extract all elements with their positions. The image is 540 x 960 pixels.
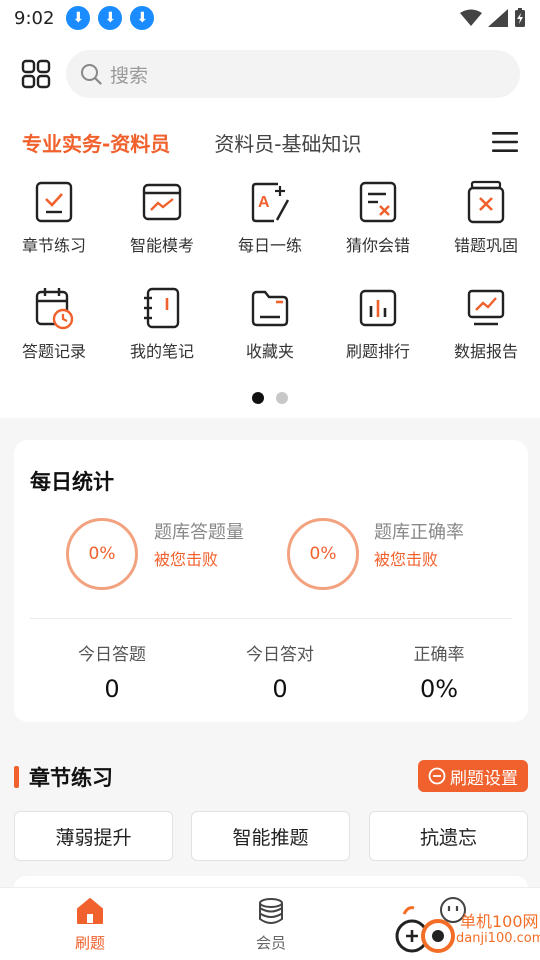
- monitor-chart-icon: [467, 289, 505, 326]
- tab-subject-2[interactable]: 资料员-基础知识: [214, 128, 361, 157]
- practice-settings-button[interactable]: 刷题设置: [418, 760, 528, 792]
- progress-ring: 0%: [66, 518, 138, 590]
- status-bar: 9:02 ⬇ ⬇ ⬇: [0, 0, 540, 36]
- watermark: 单机100网 danji100.com: [392, 904, 540, 954]
- ring-label: 题库答题量: [154, 522, 244, 543]
- chart-window-icon: [142, 183, 182, 221]
- watermark-sub: danji100.com: [456, 930, 540, 946]
- page-dot-active[interactable]: [252, 392, 264, 404]
- weak-improve-button[interactable]: 薄弱提升: [14, 811, 173, 861]
- coins-icon: [259, 898, 283, 924]
- status-time: 9:02: [14, 7, 55, 29]
- feature-label: 刷题排行: [345, 342, 410, 361]
- nav-label: 会员: [255, 934, 286, 952]
- stat-value: 0: [104, 675, 120, 703]
- stat-title: 正确率: [413, 645, 465, 665]
- feature-daily-practice[interactable]: A 每日一练: [216, 172, 324, 256]
- ring-label: 题库正确率: [374, 522, 464, 543]
- feature-label: 错题巩固: [453, 236, 518, 255]
- section-accent-bar: [14, 766, 19, 788]
- feature-label: 猜你会错: [345, 236, 410, 255]
- feature-label: 收藏夹: [245, 342, 294, 361]
- feature-favorites[interactable]: 收藏夹: [216, 278, 324, 362]
- daily-pencil-icon: A: [251, 182, 290, 223]
- feature-data-report[interactable]: 数据报告: [432, 278, 540, 362]
- stat-title: 今日答对: [246, 645, 314, 665]
- wifi-icon: [460, 9, 482, 26]
- feature-grid: 章节练习 智能模考 A 每日一练 猜你会错 错题巩固 答题记录 我的笔记 收藏夹…: [0, 172, 540, 418]
- tab-subject-1[interactable]: 专业实务-资料员: [22, 128, 170, 157]
- nav-practice[interactable]: 刷题: [30, 896, 150, 953]
- search-icon: [81, 64, 102, 85]
- chapter-check-icon: [35, 181, 73, 223]
- page-dot[interactable]: [276, 392, 288, 404]
- stat-title: 今日答题: [78, 645, 146, 665]
- stat-today-answered: 今日答题 0: [32, 640, 192, 703]
- feature-my-notes[interactable]: 我的笔记: [108, 278, 216, 362]
- feature-label: 章节练习: [21, 236, 86, 255]
- feature-label: 智能模考: [129, 236, 194, 255]
- smart-recommend-button[interactable]: 智能推题: [191, 811, 350, 861]
- bar-chart-icon: [359, 289, 397, 327]
- watermark-logo-icon: [395, 906, 455, 953]
- stat-value: 0: [272, 675, 288, 703]
- folder-icon: [251, 290, 289, 327]
- nav-member[interactable]: 会员: [211, 896, 331, 953]
- signal-icon: [488, 9, 508, 27]
- doc-x-icon: [359, 181, 397, 223]
- search-input[interactable]: 搜索: [66, 50, 520, 98]
- nav-label: 刷题: [74, 934, 105, 952]
- feature-chapter-practice[interactable]: 章节练习: [0, 172, 108, 256]
- feature-label: 我的笔记: [129, 342, 194, 361]
- feature-answer-records[interactable]: 答题记录: [0, 278, 108, 362]
- grid-menu-icon[interactable]: [20, 58, 52, 90]
- calendar-clock-icon: [35, 288, 74, 330]
- progress-ring: 0%: [287, 518, 359, 590]
- download-icon: ⬇: [98, 6, 123, 30]
- feature-smart-exam[interactable]: 智能模考: [108, 172, 216, 256]
- feature-label: 数据报告: [453, 342, 518, 361]
- notebook-icon: [144, 287, 180, 329]
- home-icon: [77, 898, 103, 924]
- download-icon: ⬇: [66, 6, 91, 30]
- daily-stats-card: 每日统计 0% 题库答题量 被您击败 0% 题库正确率 被您击败 今日答题 0 …: [14, 440, 528, 722]
- divider: [30, 618, 512, 619]
- stat-today-correct: 今日答对 0: [200, 640, 360, 703]
- download-icon: ⬇: [130, 6, 155, 30]
- watermark-text: 单机100网: [460, 911, 539, 931]
- feature-wrong-review[interactable]: 错题巩固: [432, 172, 540, 256]
- feature-guess-wrong[interactable]: 猜你会错: [324, 172, 432, 256]
- ring-sub: 被您击败: [154, 550, 219, 569]
- search-header: 搜索: [0, 36, 540, 112]
- settings-toggle-icon: [428, 767, 446, 785]
- search-placeholder: 搜索: [110, 64, 149, 87]
- stat-value: 0%: [419, 675, 459, 703]
- page-indicator: [0, 392, 540, 404]
- section-title: 章节练习: [14, 762, 113, 792]
- stat-accuracy: 正确率 0%: [359, 640, 519, 703]
- subject-tabs: 专业实务-资料员 资料员-基础知识: [0, 112, 540, 172]
- feature-label: 每日一练: [237, 236, 302, 255]
- stack-x-icon: [467, 180, 505, 224]
- feature-ranking[interactable]: 刷题排行: [324, 278, 432, 362]
- hamburger-menu-icon[interactable]: [492, 131, 518, 153]
- feature-label: 答题记录: [21, 342, 86, 361]
- settings-label: 刷题设置: [450, 768, 518, 789]
- anti-forget-button[interactable]: 抗遗忘: [369, 811, 528, 861]
- card-title: 每日统计: [30, 470, 114, 494]
- battery-icon: [515, 8, 525, 27]
- svg-text:A: A: [258, 194, 270, 211]
- section-title-text: 章节练习: [29, 766, 113, 790]
- ring-sub: 被您击败: [374, 550, 439, 569]
